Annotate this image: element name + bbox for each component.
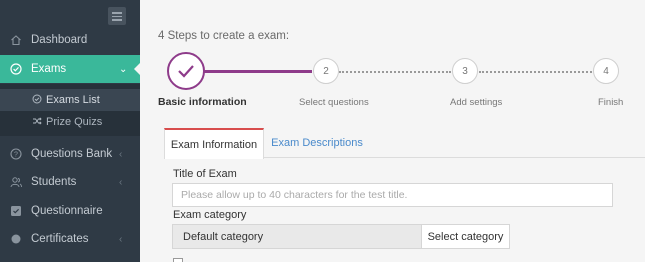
step-number: 2: [323, 65, 329, 77]
check-circle-icon: [10, 63, 22, 75]
chevron-left-icon: ‹: [119, 148, 123, 160]
chevron-left-icon: ‹: [119, 176, 123, 188]
step-3-label: Add settings: [450, 97, 503, 108]
step-number: 3: [462, 65, 468, 77]
chevron-down-icon: ⌄: [119, 63, 128, 75]
step-number: 4: [603, 65, 609, 77]
step-1-label: Basic information: [158, 96, 247, 108]
sidebar: Dashboard Exams ⌄ Exams List Prize Quizs…: [0, 0, 141, 262]
menu-toggle-icon[interactable]: [108, 7, 126, 25]
step-connector-completed: [190, 70, 312, 73]
sidebar-item-label: Certificates: [31, 233, 89, 245]
exam-title-input[interactable]: [173, 184, 612, 206]
select-category-button[interactable]: Select category: [422, 224, 510, 249]
step-3-circle: 3: [452, 58, 478, 84]
sidebar-item-questions-bank[interactable]: ? Questions Bank ‹: [0, 140, 140, 168]
wizard-title: 4 Steps to create a exam:: [158, 30, 290, 42]
step-2-circle: 2: [313, 58, 339, 84]
checkbox[interactable]: [173, 258, 183, 262]
sidebar-item-label: Questions Bank: [31, 148, 113, 160]
step-connector: [339, 71, 451, 73]
sidebar-item-label: Questionnaire: [31, 205, 103, 217]
checkbox-icon: [10, 205, 22, 217]
step-4-circle: 4: [593, 58, 619, 84]
checkmark-icon: [178, 65, 194, 78]
question-circle-icon: ?: [10, 148, 22, 160]
sidebar-subitem-label: Exams List: [46, 94, 100, 106]
step-connector: [479, 71, 592, 73]
exam-tabs: Exam Information Exam Descriptions: [164, 128, 645, 159]
sidebar-subitem-exams-list[interactable]: Exams List: [0, 89, 140, 111]
sidebar-item-questionnaire[interactable]: Questionnaire: [0, 197, 140, 225]
sidebar-subitem-label: Prize Quizs: [46, 116, 103, 128]
sidebar-item-label: Dashboard: [31, 34, 88, 46]
svg-text:?: ?: [14, 152, 18, 159]
home-icon: [10, 34, 22, 46]
exam-title-field: [172, 183, 613, 207]
users-icon: [10, 176, 22, 188]
step-1-circle: [167, 52, 205, 90]
sidebar-item-label: Exams: [31, 63, 67, 75]
step-2-label: Select questions: [299, 97, 369, 108]
sidebar-item-label: Students: [31, 176, 77, 188]
shuffle-icon: [32, 116, 42, 129]
exam-category-label: Exam category: [173, 209, 247, 221]
sidebar-subitem-prize-quizs[interactable]: Prize Quizs: [0, 111, 140, 133]
tab-exam-descriptions[interactable]: Exam Descriptions: [264, 128, 370, 158]
chevron-left-icon: ‹: [119, 233, 123, 245]
sidebar-item-students[interactable]: Students ‹: [0, 168, 140, 196]
check-circle-icon: [32, 94, 42, 107]
main-content: 4 Steps to create a exam: Basic informat…: [140, 0, 645, 262]
exam-category-value: Default category: [172, 224, 422, 249]
tab-exam-information[interactable]: Exam Information: [164, 128, 264, 159]
sidebar-item-exams[interactable]: Exams ⌄: [0, 55, 141, 83]
sidebar-item-certificates[interactable]: Certificates ‹: [0, 225, 140, 253]
title-of-exam-label: Title of Exam: [173, 168, 237, 180]
step-4-label: Finish: [598, 97, 624, 108]
circle-icon: [10, 233, 22, 245]
sidebar-item-dashboard[interactable]: Dashboard: [0, 26, 140, 54]
